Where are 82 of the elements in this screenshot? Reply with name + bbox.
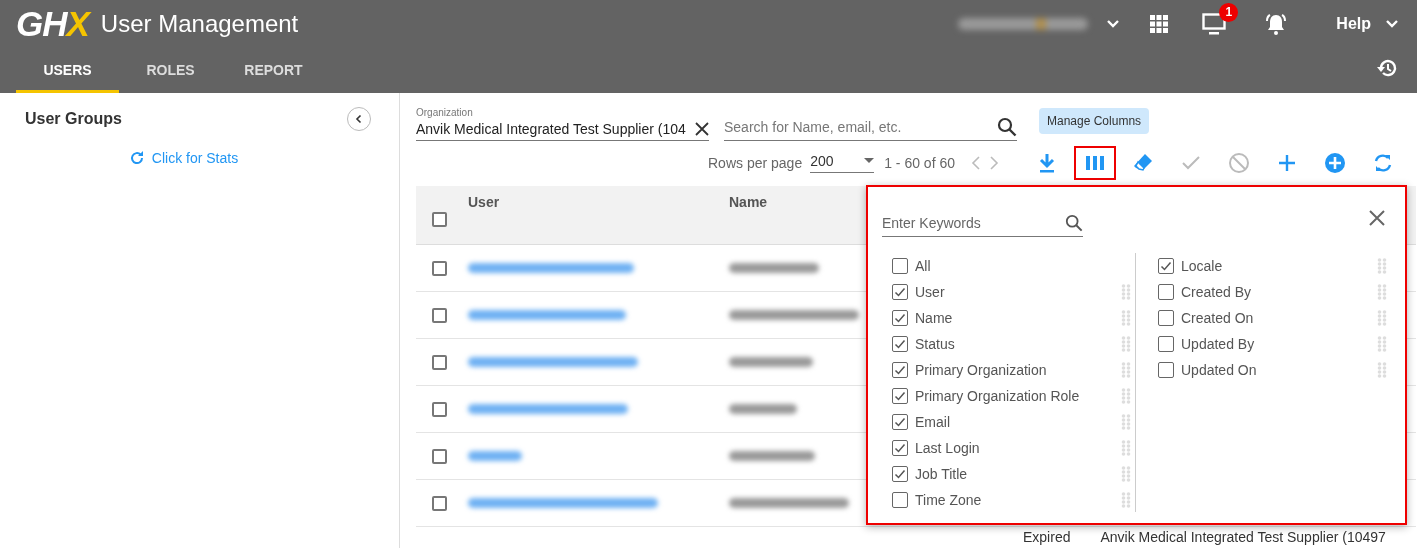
chevron-left-icon	[971, 156, 981, 170]
table-cell: Expired	[1023, 529, 1071, 545]
drag-handle-icon[interactable]	[1377, 336, 1387, 352]
rows-per-page-select[interactable]: 200	[810, 153, 875, 173]
checkbox[interactable]	[892, 414, 908, 430]
chevron-down-icon	[1106, 18, 1121, 29]
drag-handle-icon[interactable]	[1121, 466, 1131, 482]
panel-title: User Groups	[25, 110, 122, 128]
column-header[interactable]: Name	[729, 186, 869, 244]
checkbox[interactable]	[431, 212, 447, 227]
apps-grid-icon	[1150, 14, 1169, 33]
drag-handle-icon[interactable]	[1377, 258, 1387, 274]
checkbox[interactable]	[892, 492, 908, 508]
column-option[interactable]: Last Login	[915, 440, 1121, 456]
nav-tab[interactable]: REPORT	[222, 47, 325, 93]
checkbox[interactable]	[1158, 310, 1174, 326]
drag-handle-icon[interactable]	[1121, 310, 1131, 326]
search-icon[interactable]	[997, 117, 1017, 137]
checkbox[interactable]	[431, 401, 447, 417]
column-option[interactable]: Primary Organization	[915, 362, 1121, 378]
checkbox[interactable]	[1158, 336, 1174, 352]
app-title: User Management	[100, 9, 299, 38]
column-option[interactable]: Updated On	[1181, 362, 1377, 378]
column-option[interactable]: Job Title	[915, 466, 1121, 482]
tooltip: Manage Columns	[1039, 108, 1150, 134]
drag-handle-icon[interactable]	[1121, 336, 1131, 352]
blurred-name	[729, 404, 797, 414]
drag-handle-icon[interactable]	[1377, 310, 1387, 326]
chevron-right-icon	[989, 156, 999, 170]
drag-handle-icon[interactable]	[1377, 362, 1387, 378]
column-option[interactable]: Locale	[1181, 258, 1377, 274]
help-menu[interactable]: Help	[1336, 14, 1399, 33]
notification-badge: 1	[1219, 2, 1239, 22]
checkbox[interactable]	[892, 258, 908, 274]
columns-icon[interactable]	[1074, 146, 1116, 180]
checkbox[interactable]	[892, 440, 908, 456]
column-option[interactable]: Email	[915, 414, 1121, 430]
drag-handle-icon[interactable]	[1121, 414, 1131, 430]
monitor-icon	[1202, 12, 1227, 35]
page-range: 1 - 60 of 60	[884, 155, 955, 171]
column-option[interactable]: Primary Organization Role	[915, 388, 1121, 404]
checkbox[interactable]	[892, 284, 908, 300]
checkbox[interactable]	[892, 466, 908, 482]
checkbox[interactable]	[1158, 284, 1174, 300]
column-option[interactable]: Time Zone	[915, 492, 1121, 508]
search-icon[interactable]	[1065, 214, 1083, 232]
chevron-left-icon	[354, 114, 364, 124]
column-option[interactable]: User	[915, 284, 1121, 300]
table-cell: Anvik Medical Integrated Test Supplier (10497	[1100, 529, 1386, 545]
organization-field[interactable]: Organization Anvik Medical Integrated Test Supplier (104	[416, 107, 709, 141]
bell-icon	[1264, 11, 1289, 36]
column-option[interactable]: Name	[915, 310, 1121, 326]
column-option[interactable]: Status	[915, 336, 1121, 352]
checkbox[interactable]	[431, 354, 447, 370]
column-option[interactable]: Created By	[1181, 284, 1377, 300]
collapse-button[interactable]	[347, 107, 371, 131]
drag-handle-icon[interactable]	[1121, 284, 1131, 300]
checkbox[interactable]	[1158, 258, 1174, 274]
rows-per-page-label: Rows per page	[708, 155, 803, 171]
drag-handle-icon[interactable]	[1121, 388, 1131, 404]
checkbox[interactable]	[892, 336, 908, 352]
nav-tab[interactable]: ROLES	[119, 47, 222, 93]
column-option[interactable]: Updated By	[1181, 336, 1377, 352]
chevron-down-icon	[1385, 18, 1399, 29]
column-header[interactable]: User	[462, 186, 729, 244]
drag-handle-icon[interactable]	[1121, 492, 1131, 508]
checkbox[interactable]	[1158, 362, 1174, 378]
drag-handle-icon[interactable]	[1377, 284, 1387, 300]
dropdown-arrow-icon	[864, 158, 875, 164]
column-option[interactable]: Created On	[1181, 310, 1377, 326]
checkbox[interactable]	[431, 495, 447, 511]
checkbox[interactable]	[892, 388, 908, 404]
nav-tab[interactable]: USERS	[16, 47, 119, 93]
column-option[interactable]: All	[915, 258, 1131, 274]
clear-icon[interactable]	[695, 122, 709, 136]
drag-handle-icon[interactable]	[1121, 362, 1131, 378]
checkbox[interactable]	[431, 448, 447, 464]
checkbox[interactable]	[431, 307, 447, 323]
checkbox[interactable]	[892, 310, 908, 326]
drag-handle-icon[interactable]	[1121, 440, 1131, 456]
checkbox[interactable]	[892, 362, 908, 378]
checkbox[interactable]	[431, 260, 447, 276]
